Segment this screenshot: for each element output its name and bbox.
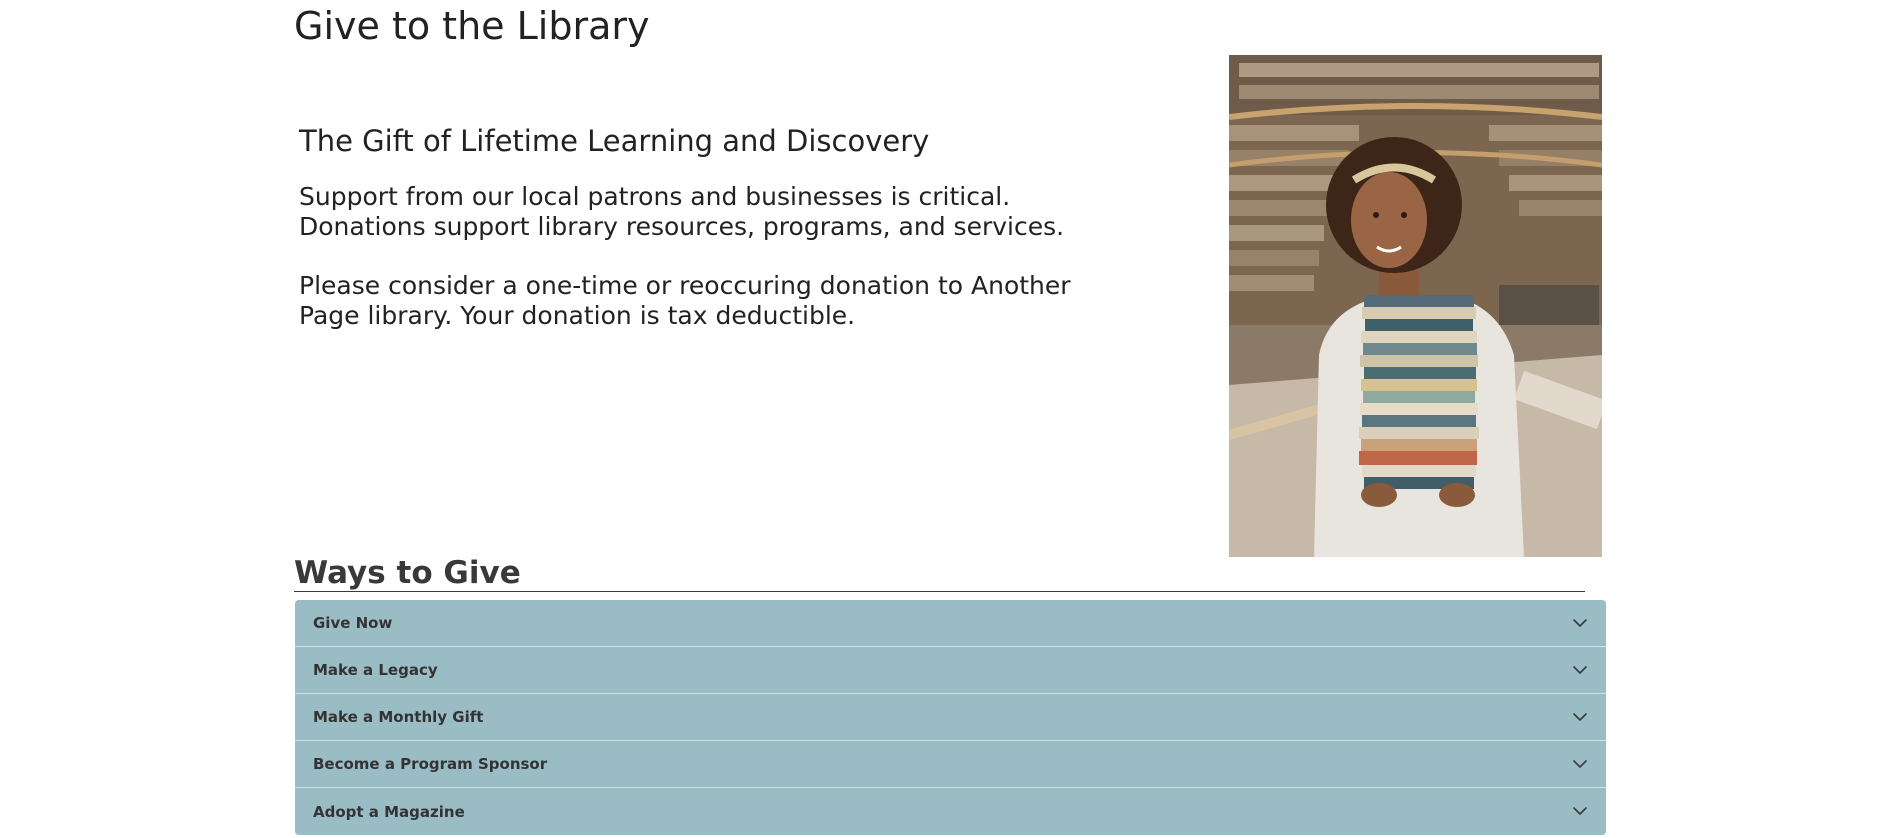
accordion-item-give-now[interactable]: Give Now [295, 600, 1606, 647]
intro-section: The Gift of Lifetime Learning and Discov… [299, 124, 1079, 331]
accordion-item-adopt-a-magazine[interactable]: Adopt a Magazine [295, 788, 1606, 835]
chevron-down-icon [1573, 760, 1587, 768]
intro-paragraph-donation-line-2: Page library. Your donation is tax deduc… [299, 301, 856, 330]
ways-to-give-divider [294, 591, 1585, 592]
page: Give to the Library The Gift of Lifetime… [0, 0, 1901, 838]
chevron-down-icon [1573, 807, 1587, 815]
chevron-down-icon [1573, 666, 1587, 674]
accordion-item-label: Become a Program Sponsor [313, 755, 548, 773]
chevron-down-icon [1573, 713, 1587, 721]
accordion-item-label: Adopt a Magazine [313, 802, 465, 821]
accordion-item-make-a-legacy[interactable]: Make a Legacy [295, 647, 1606, 694]
accordion-item-make-a-monthly-gift[interactable]: Make a Monthly Gift [295, 694, 1606, 741]
student-with-books-image [1229, 55, 1602, 557]
intro-paragraph-support-line-1: Support from our local patrons and busin… [299, 182, 1011, 211]
intro-paragraph-donation-line-1: Please consider a one-time or reoccuring… [299, 271, 1071, 300]
intro-paragraph-support-line-2: Donations support library resources, pro… [299, 212, 1065, 241]
ways-to-give-heading: Ways to Give [294, 555, 521, 591]
intro-heading: The Gift of Lifetime Learning and Discov… [299, 124, 930, 158]
library-photo [1229, 55, 1602, 557]
accordion-item-label: Make a Monthly Gift [313, 708, 484, 726]
accordion-item-become-a-program-sponsor[interactable]: Become a Program Sponsor [295, 741, 1606, 788]
chevron-down-icon [1573, 619, 1587, 627]
page-title: Give to the Library [294, 4, 650, 48]
ways-to-give-accordion: Give Now Make a Legacy Make a Monthly Gi… [295, 600, 1606, 835]
accordion-item-label: Make a Legacy [313, 661, 438, 679]
accordion-item-label: Give Now [313, 614, 393, 632]
intro-paragraph-support: Support from our local patrons and busin… [299, 182, 1079, 242]
intro-paragraph-donation: Please consider a one-time or reoccuring… [299, 271, 1079, 331]
